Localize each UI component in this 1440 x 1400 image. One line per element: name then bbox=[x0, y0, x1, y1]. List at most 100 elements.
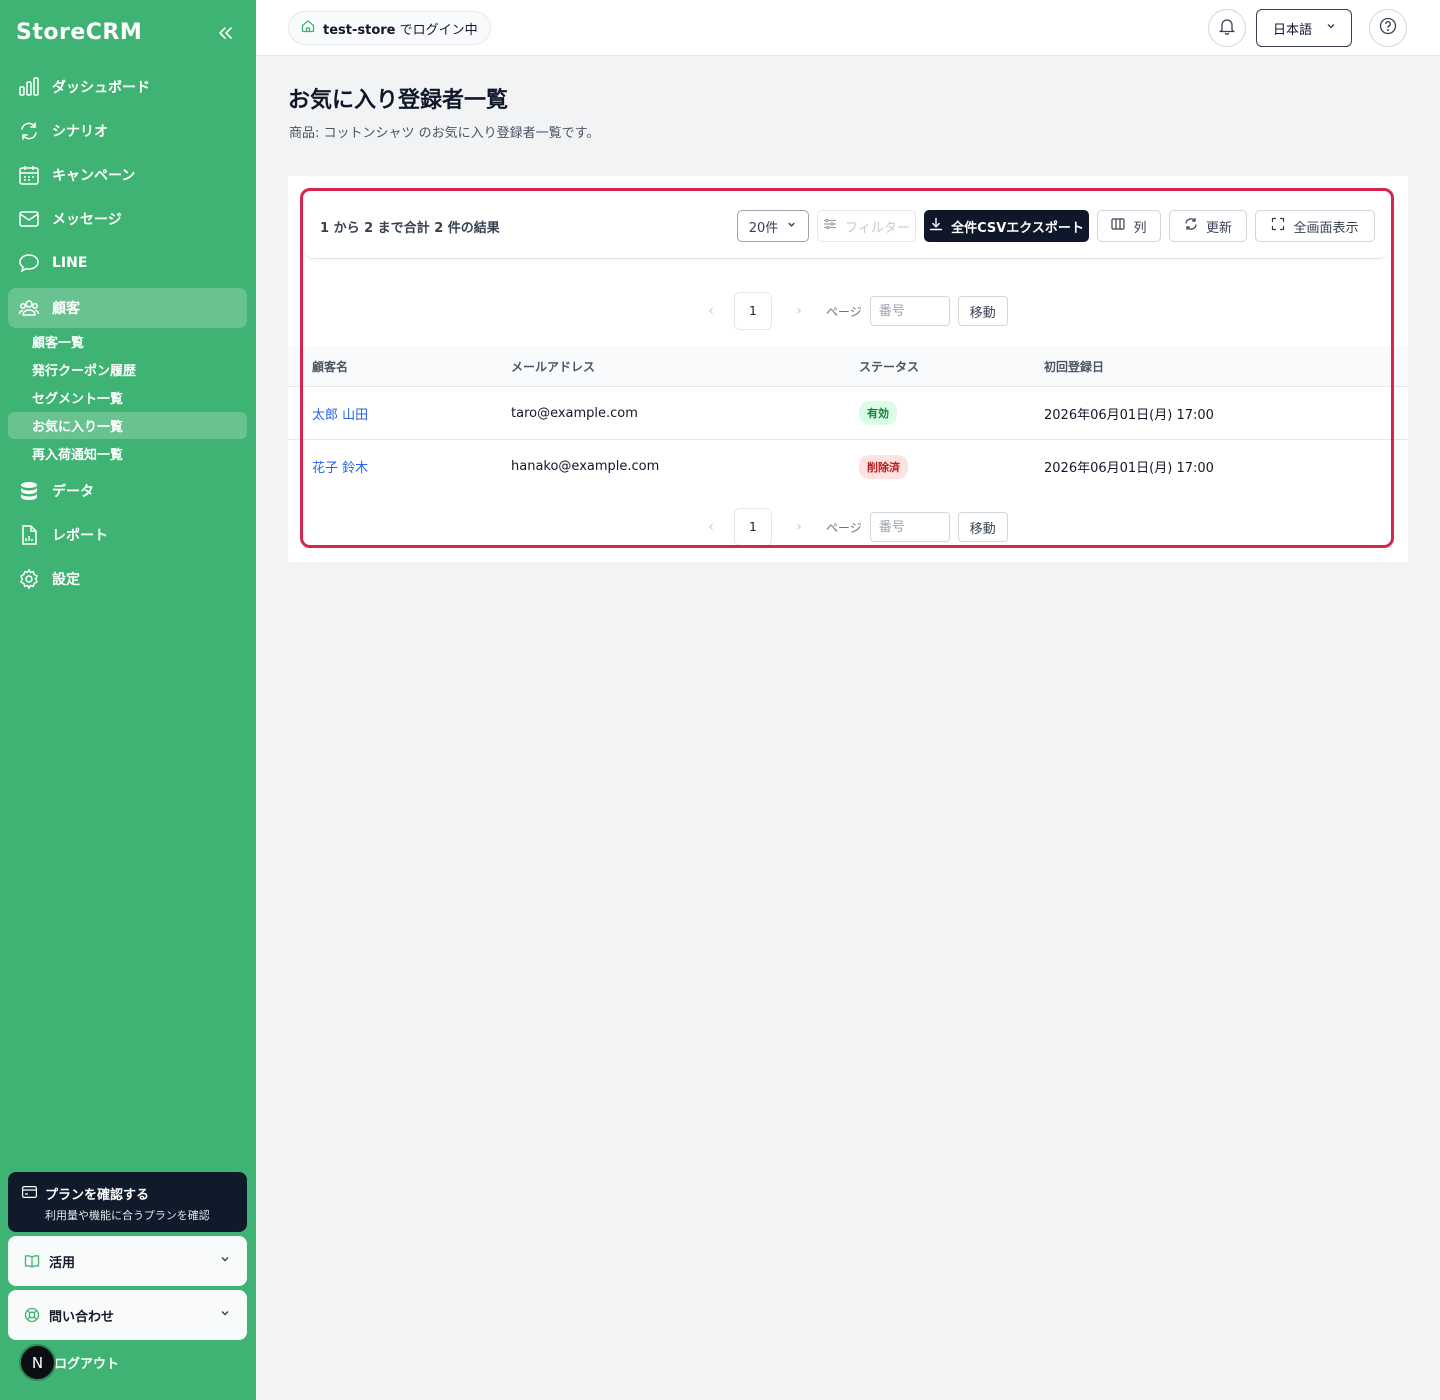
sidebar: StoreCRM ダッシュボード シナリオ キャンペーン メッセージ LINE … bbox=[0, 0, 256, 1400]
chevron-down-icon bbox=[1325, 20, 1337, 36]
sub-customer-list[interactable]: 顧客一覧 bbox=[8, 328, 247, 355]
chart-bar-icon bbox=[18, 76, 40, 98]
customer-email: taro@example.com bbox=[511, 405, 638, 421]
csv-export-button[interactable]: 全件CSVエクスポート bbox=[924, 210, 1089, 242]
go-page-button[interactable]: 移動 bbox=[957, 512, 1008, 542]
fullscreen-label: 全画面表示 bbox=[1293, 220, 1359, 236]
database-icon bbox=[18, 480, 40, 502]
mail-icon bbox=[18, 208, 40, 230]
refresh-icon bbox=[18, 120, 40, 142]
plan-subtitle: 利用量や機能に合うプランを確認 bbox=[45, 1209, 210, 1222]
nav-label: メッセージ bbox=[52, 212, 122, 228]
fullscreen-button[interactable]: 全画面表示 bbox=[1255, 210, 1375, 242]
pagination-bottom: ‹ 1 › ページ 移動 bbox=[704, 508, 1008, 546]
store-name: test-store bbox=[323, 22, 396, 38]
current-page[interactable]: 1 bbox=[734, 508, 772, 546]
page-label: ページ bbox=[826, 304, 862, 319]
nav-customer[interactable]: 顧客 bbox=[8, 288, 247, 328]
columns-icon bbox=[1111, 217, 1126, 235]
prev-page-icon[interactable]: ‹ bbox=[704, 519, 718, 535]
registered-date: 2026年06月01日(月) 17:00 bbox=[1044, 407, 1214, 423]
accordion-usage[interactable]: 活用 bbox=[8, 1236, 247, 1286]
language-value: 日本語 bbox=[1273, 22, 1313, 38]
accordion-contact[interactable]: 問い合わせ bbox=[8, 1290, 247, 1340]
sub-coupon-history[interactable]: 発行クーポン履歴 bbox=[8, 356, 247, 383]
top-header: test-store でログイン中 日本語 bbox=[256, 0, 1440, 56]
nav-label: レポート bbox=[52, 528, 108, 544]
collapse-sidebar-icon[interactable] bbox=[214, 22, 236, 44]
logout-button[interactable]: N ログアウト bbox=[19, 1344, 119, 1381]
sliders-icon bbox=[823, 217, 837, 235]
columns-label: 列 bbox=[1133, 220, 1147, 236]
sub-segment-list[interactable]: セグメント一覧 bbox=[8, 384, 247, 411]
filter-button[interactable]: フィルター bbox=[817, 210, 916, 242]
page-title: お気に入り登録者一覧 bbox=[288, 88, 509, 113]
page-number-input[interactable] bbox=[869, 296, 950, 326]
language-select[interactable]: 日本語 bbox=[1256, 9, 1352, 47]
nav-label: シナリオ bbox=[52, 124, 108, 140]
sub-restock-list[interactable]: 再入荷通知一覧 bbox=[8, 440, 247, 467]
help-button[interactable] bbox=[1369, 9, 1407, 47]
chat-bubble-icon bbox=[18, 252, 40, 274]
store-login-suffix: でログイン中 bbox=[399, 22, 478, 38]
column-header-status[interactable]: ステータス bbox=[859, 346, 919, 386]
help-icon bbox=[1379, 17, 1397, 39]
refresh-icon bbox=[1184, 217, 1198, 235]
download-icon bbox=[929, 217, 943, 235]
notification-button[interactable] bbox=[1208, 9, 1246, 47]
next-page-icon[interactable]: › bbox=[792, 303, 806, 319]
table-toolbar: 1 から 2 まで合計 2 件の結果 20件 フィルター 全件CSVエクスポート… bbox=[304, 192, 1388, 259]
customer-name-link[interactable]: 太郎 山田 bbox=[312, 387, 368, 439]
nav-message[interactable]: メッセージ bbox=[8, 199, 247, 239]
page-size-select[interactable]: 20件 bbox=[737, 210, 809, 242]
plan-card[interactable]: プランを確認する 利用量や機能に合うプランを確認 bbox=[8, 1172, 247, 1232]
customer-name-link[interactable]: 花子 鈴木 bbox=[312, 440, 368, 493]
users-icon bbox=[18, 297, 40, 319]
nav-label: LINE bbox=[52, 255, 88, 271]
calendar-icon bbox=[18, 164, 40, 186]
registered-date: 2026年06月01日(月) 17:00 bbox=[1044, 461, 1214, 476]
column-header-email[interactable]: メールアドレス bbox=[511, 346, 595, 386]
refresh-button[interactable]: 更新 bbox=[1169, 210, 1247, 242]
chevron-down-icon bbox=[219, 1253, 231, 1269]
page-label: ページ bbox=[826, 520, 862, 535]
nav-scenario[interactable]: シナリオ bbox=[8, 111, 247, 151]
expand-icon bbox=[1271, 217, 1285, 235]
refresh-label: 更新 bbox=[1205, 220, 1232, 236]
chevron-down-icon bbox=[786, 219, 797, 234]
bell-icon bbox=[1218, 17, 1236, 39]
current-page[interactable]: 1 bbox=[734, 292, 772, 330]
status-badge: 削除済 bbox=[859, 454, 908, 479]
table-header: 顧客名 メールアドレス ステータス 初回登録日 bbox=[288, 346, 1408, 387]
nav-data[interactable]: データ bbox=[8, 471, 247, 511]
accordion-label: 問い合わせ bbox=[49, 1309, 115, 1325]
nav-campaign[interactable]: キャンペーン bbox=[8, 155, 247, 195]
lifebuoy-icon bbox=[24, 1307, 40, 1323]
customer-email: hanako@example.com bbox=[511, 459, 660, 474]
nav-settings[interactable]: 設定 bbox=[8, 559, 247, 599]
avatar[interactable]: N bbox=[19, 1344, 56, 1381]
table-row: 太郎 山田 taro@example.com 有効 2026年06月01日(月)… bbox=[288, 387, 1408, 440]
page-description: 商品: コットンシャツ のお気に入り登録者一覧です。 bbox=[289, 126, 600, 141]
nav-line[interactable]: LINE bbox=[8, 243, 247, 283]
home-icon bbox=[301, 19, 315, 37]
page-number-input[interactable] bbox=[869, 512, 950, 542]
columns-button[interactable]: 列 bbox=[1097, 210, 1161, 242]
nav-dashboard[interactable]: ダッシュボード bbox=[8, 67, 247, 107]
result-count: 1 から 2 まで合計 2 件の結果 bbox=[320, 221, 500, 236]
export-label: 全件CSVエクスポート bbox=[951, 220, 1084, 236]
column-header-name[interactable]: 顧客名 bbox=[312, 346, 348, 386]
store-indicator: test-store でログイン中 bbox=[288, 11, 491, 45]
pagination-top: ‹ 1 › ページ 移動 bbox=[704, 292, 1008, 330]
nav-label: 設定 bbox=[52, 572, 80, 588]
column-header-registered[interactable]: 初回登録日 bbox=[1044, 346, 1104, 386]
nav-label: ダッシュボード bbox=[52, 80, 150, 96]
accordion-label: 活用 bbox=[49, 1255, 76, 1271]
go-page-button[interactable]: 移動 bbox=[957, 296, 1008, 326]
sub-favorites-list[interactable]: お気に入り一覧 bbox=[8, 412, 247, 439]
next-page-icon[interactable]: › bbox=[792, 519, 806, 535]
prev-page-icon[interactable]: ‹ bbox=[704, 303, 718, 319]
app-logo[interactable]: StoreCRM bbox=[16, 20, 142, 45]
nav-report[interactable]: レポート bbox=[8, 515, 247, 555]
filter-label: フィルター bbox=[845, 220, 910, 236]
